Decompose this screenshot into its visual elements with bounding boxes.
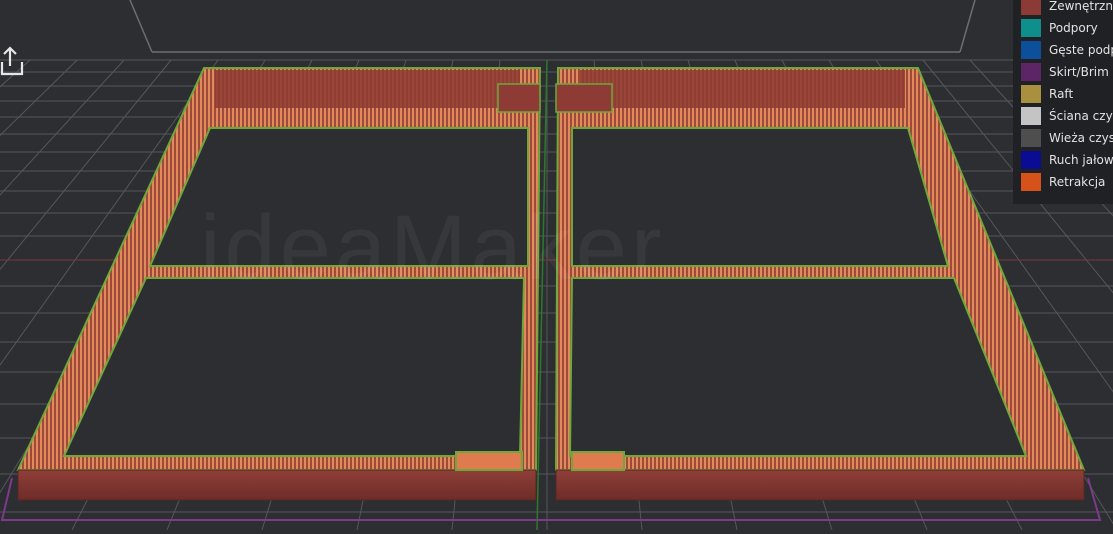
3d-viewport[interactable]: ideaMaker Zewnętrzna Podpory Gęste podp Ski… <box>0 0 1113 531</box>
legend-label: Zewnętrzna <box>1049 0 1113 13</box>
build-volume-outline <box>129 0 976 53</box>
legend-label: Podpory <box>1049 21 1098 35</box>
legend-label: Wieża czys <box>1049 131 1113 145</box>
legend-label: Retrakcja <box>1049 175 1106 189</box>
legend-swatch <box>1021 41 1041 59</box>
legend-item[interactable]: Ruch jałow <box>1021 150 1113 170</box>
legend-item[interactable]: Zewnętrzna <box>1021 0 1113 16</box>
legend-swatch <box>1021 63 1041 81</box>
legend-label: Raft <box>1049 87 1074 101</box>
legend-swatch <box>1021 0 1041 15</box>
legend-label: Ściana czys <box>1049 109 1113 123</box>
legend-item[interactable]: Skirt/Brim <box>1021 62 1113 82</box>
legend-label: Gęste podp <box>1049 43 1113 57</box>
export-icon <box>0 46 24 76</box>
legend-swatch <box>1021 173 1041 191</box>
legend-item[interactable]: Retrakcja <box>1021 172 1113 192</box>
legend-swatch <box>1021 85 1041 103</box>
legend-item[interactable]: Raft <box>1021 84 1113 104</box>
legend-item[interactable]: Podpory <box>1021 18 1113 38</box>
legend-swatch <box>1021 107 1041 125</box>
legend-label: Skirt/Brim <box>1049 65 1109 79</box>
export-button[interactable] <box>0 44 26 80</box>
legend-swatch <box>1021 19 1041 37</box>
legend-swatch <box>1021 129 1041 147</box>
legend-item[interactable]: Wieża czys <box>1021 128 1113 148</box>
legend-item[interactable]: Gęste podp <box>1021 40 1113 60</box>
watermark: ideaMaker <box>200 197 666 299</box>
legend-swatch <box>1021 151 1041 169</box>
line-type-legend: Zewnętrzna Podpory Gęste podp Skirt/Brim Raf… <box>1013 0 1113 204</box>
legend-label: Ruch jałow <box>1049 153 1113 167</box>
legend-item[interactable]: Ściana czys <box>1021 106 1113 126</box>
